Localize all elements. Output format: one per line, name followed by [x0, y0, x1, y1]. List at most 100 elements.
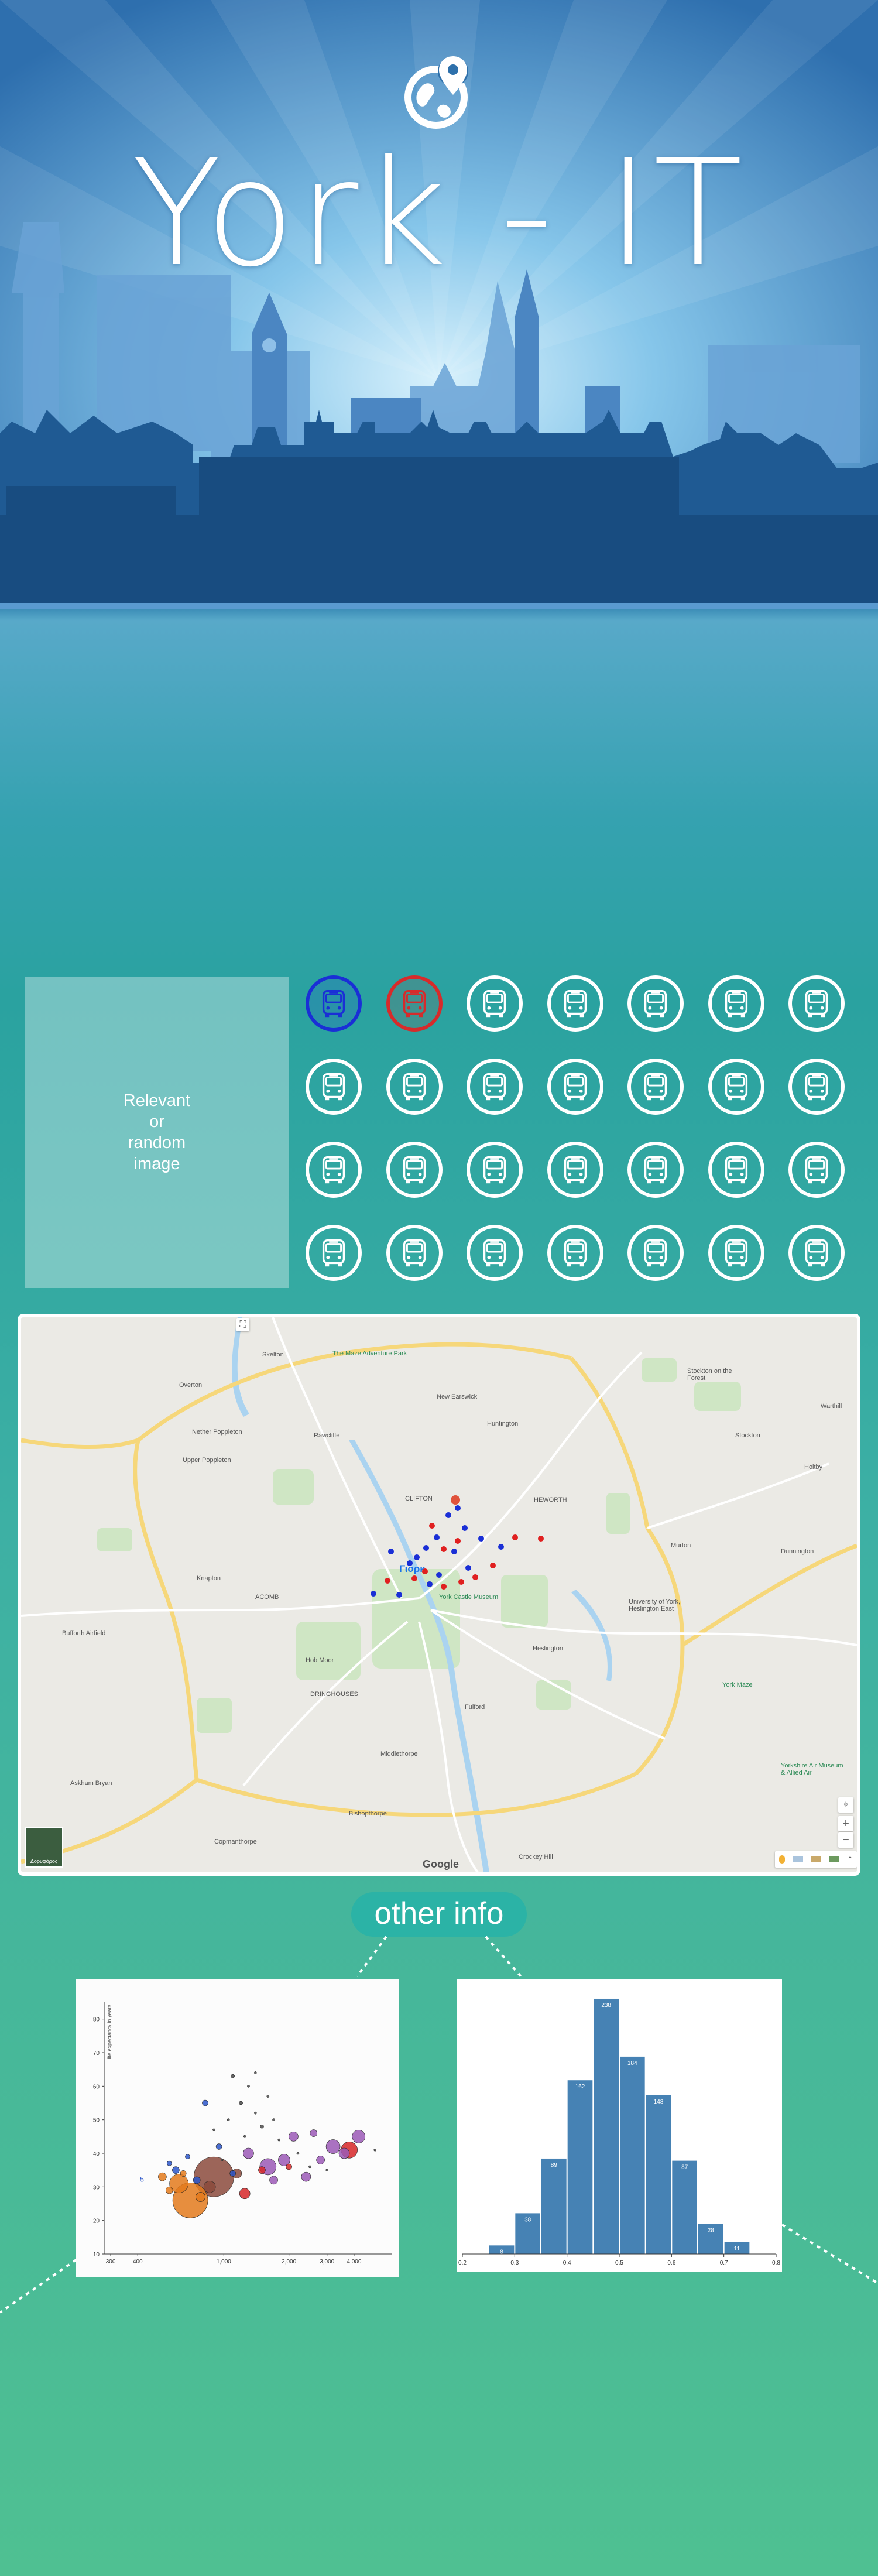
bus-stop-marker[interactable]	[429, 1523, 435, 1529]
route-button[interactable]	[547, 1225, 603, 1281]
zoom-in-button[interactable]: +	[838, 1816, 853, 1831]
bus-stop-marker[interactable]	[462, 1525, 468, 1531]
fullscreen-button[interactable]: ⛶	[236, 1318, 249, 1331]
route-button[interactable]	[708, 1142, 764, 1198]
image-placeholder-label: Relevant or random image	[123, 1091, 191, 1173]
bus-icon	[725, 1239, 747, 1267]
bus-stop-marker[interactable]	[434, 1534, 440, 1540]
route-button[interactable]	[788, 975, 845, 1032]
street-view-pegman-icon[interactable]: ⌖	[838, 1797, 853, 1813]
bus-icon	[564, 1239, 587, 1267]
x-tick-label: 0.3	[510, 2260, 519, 2266]
bubble-point	[202, 2099, 208, 2106]
bubble-point	[325, 2169, 329, 2171]
bus-stop-marker[interactable]	[441, 1546, 447, 1552]
terrain-icon[interactable]	[810, 1856, 821, 1862]
pegman-icon[interactable]	[778, 1855, 785, 1864]
route-button[interactable]	[627, 1059, 684, 1115]
histogram-bar	[646, 2095, 671, 2254]
bus-stop-marker[interactable]	[407, 1560, 413, 1566]
map-type-icon[interactable]	[792, 1856, 803, 1862]
route-button[interactable]	[386, 975, 443, 1032]
route-button[interactable]	[467, 1225, 523, 1281]
bus-stop-marker[interactable]	[451, 1549, 457, 1554]
route-button[interactable]	[306, 1142, 362, 1198]
page-title: York - IT	[132, 128, 746, 299]
route-button[interactable]	[386, 1059, 443, 1115]
bus-icon	[322, 1073, 345, 1101]
bubble-point	[258, 2166, 266, 2174]
bus-icon	[403, 1156, 426, 1184]
bus-stop-marker[interactable]	[411, 1575, 417, 1581]
histogram-bar-label: 87	[681, 2164, 688, 2171]
map-poi-pin[interactable]	[451, 1495, 460, 1505]
bubble-point	[203, 2181, 216, 2193]
bubble-annotation: 5	[140, 2176, 144, 2184]
bus-stop-marker[interactable]	[445, 1512, 451, 1518]
bubble-point	[215, 2143, 222, 2150]
bus-stop-marker[interactable]	[422, 1568, 428, 1574]
bus-stop-marker[interactable]	[490, 1563, 496, 1568]
bus-stop-marker[interactable]	[371, 1591, 376, 1597]
bus-stop-marker[interactable]	[455, 1538, 461, 1544]
bus-stop-marker[interactable]	[423, 1545, 429, 1551]
bubble-point	[325, 2139, 341, 2154]
route-button[interactable]	[627, 975, 684, 1032]
route-button[interactable]	[547, 1142, 603, 1198]
route-button[interactable]	[306, 1225, 362, 1281]
zoom-out-button[interactable]: −	[838, 1832, 853, 1848]
bus-icon	[322, 1239, 345, 1267]
satellite-icon[interactable]	[829, 1856, 840, 1862]
route-button[interactable]	[467, 1142, 523, 1198]
bubble-point	[243, 2135, 246, 2138]
route-button[interactable]	[467, 975, 523, 1032]
bus-stop-marker[interactable]	[385, 1578, 390, 1584]
route-button[interactable]	[627, 1142, 684, 1198]
collapse-chevron-icon[interactable]: ⌃	[847, 1855, 853, 1864]
bus-icon	[483, 1239, 506, 1267]
bus-stop-marker[interactable]	[455, 1505, 461, 1511]
route-button[interactable]	[306, 1059, 362, 1115]
bus-icon	[483, 1156, 506, 1184]
bus-icon	[483, 1073, 506, 1101]
route-button[interactable]	[386, 1225, 443, 1281]
histogram-svg: 8 38 89 162 238 184 148 87 28 11 0.2 0.3 0.4 0.5 0.6 0.…	[458, 1998, 780, 2266]
route-button[interactable]	[788, 1225, 845, 1281]
bus-stop-marker[interactable]	[414, 1554, 420, 1560]
bus-stop-marker[interactable]	[465, 1565, 471, 1571]
x-tick-label: 0.6	[667, 2260, 675, 2266]
bus-stop-marker[interactable]	[427, 1581, 433, 1587]
bus-stop-marker[interactable]	[396, 1592, 402, 1598]
route-button[interactable]	[708, 1225, 764, 1281]
route-button[interactable]	[547, 975, 603, 1032]
bubble-point	[338, 2147, 350, 2159]
map-view[interactable]: Skelton The Maze Adventure Park Stockton…	[18, 1314, 860, 1876]
bus-stop-marker[interactable]	[498, 1544, 504, 1550]
x-tick-label: 0.2	[458, 2260, 467, 2266]
bus-icon	[322, 1156, 345, 1184]
bus-stop-marker[interactable]	[472, 1574, 478, 1580]
route-button[interactable]	[708, 1059, 764, 1115]
histogram-bar-label: 148	[654, 2099, 664, 2105]
bubble-point	[166, 2160, 172, 2166]
bus-stop-marker[interactable]	[538, 1536, 544, 1542]
x-tick-label: 300	[106, 2259, 116, 2265]
route-button[interactable]	[627, 1225, 684, 1281]
bus-stop-marker[interactable]	[478, 1536, 484, 1542]
route-button[interactable]	[708, 975, 764, 1032]
route-button[interactable]	[788, 1059, 845, 1115]
section-badge: other info	[351, 1892, 527, 1937]
bus-stop-marker[interactable]	[441, 1584, 447, 1590]
route-button[interactable]	[467, 1059, 523, 1115]
route-button[interactable]	[306, 975, 362, 1032]
bus-icon	[805, 1073, 828, 1101]
bus-stop-marker[interactable]	[436, 1572, 442, 1578]
bus-stop-marker[interactable]	[512, 1534, 518, 1540]
bubble-point	[220, 2159, 224, 2161]
bus-stop-marker[interactable]	[458, 1579, 464, 1585]
route-button[interactable]	[547, 1059, 603, 1115]
route-button[interactable]	[386, 1142, 443, 1198]
satellite-toggle[interactable]: Δορυφόρος	[25, 1827, 63, 1868]
route-button[interactable]	[788, 1142, 845, 1198]
bus-stop-marker[interactable]	[388, 1549, 394, 1554]
